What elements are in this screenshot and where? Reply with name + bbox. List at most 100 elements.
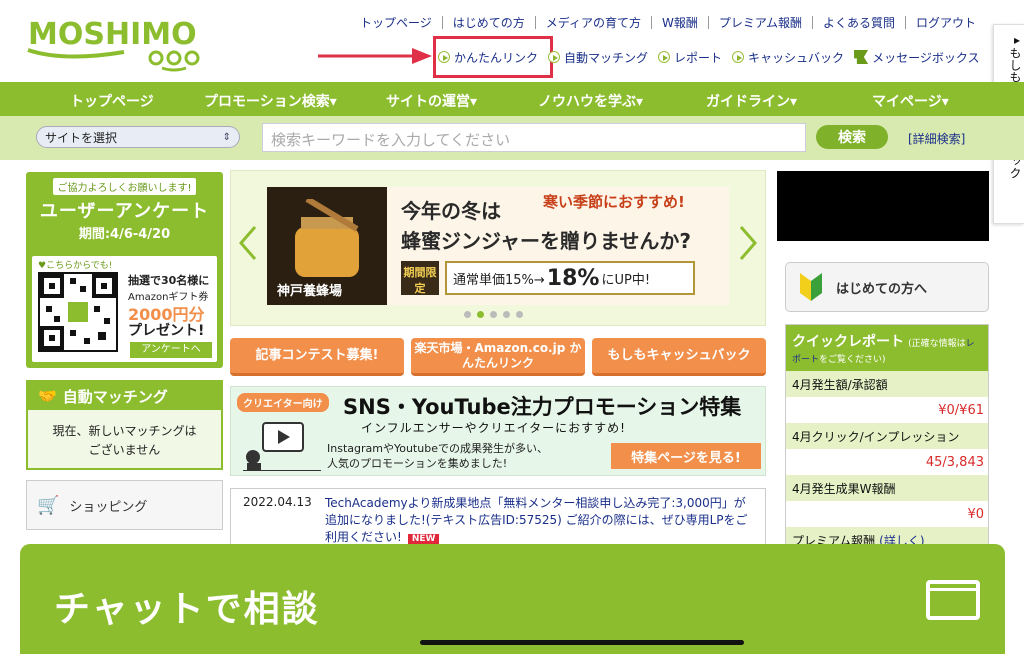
logo-text: MOSHIMO xyxy=(28,17,197,52)
carousel-dots xyxy=(461,311,526,318)
ad-placeholder xyxy=(777,171,989,241)
carousel-dot[interactable] xyxy=(464,311,471,318)
updown-icon: ⇕ xyxy=(222,131,231,143)
quick-link-easy-link[interactable]: かんたんリンク xyxy=(438,49,538,66)
toplink-top[interactable]: トップページ xyxy=(360,14,432,31)
survey-banner[interactable]: ご協力よろしくお願いします! ユーザーアンケート 期間:4/6-4/20 ♥こち… xyxy=(26,172,223,368)
advanced-search-link[interactable]: [詳細検索] xyxy=(908,130,965,147)
chevron-right-icon[interactable] xyxy=(739,225,757,261)
banner-line1: 今年の冬は xyxy=(401,199,501,223)
survey-lottery: 抽選で30名様に xyxy=(128,274,210,287)
banner-line2: 蜂蜜ジンジャーを贈りませんか? xyxy=(401,229,692,253)
survey-period: 期間:4/6-4/20 xyxy=(78,227,171,242)
sns-desc-line1: InstagramやYoutubeでの成果発生が多い、 xyxy=(327,442,548,455)
toplink-premium[interactable]: プレミアム報酬 xyxy=(719,14,802,31)
sns-desc-line2: 人気のプロモーションを集めました! xyxy=(327,457,508,470)
quick-links: かんたんリンク 自動マッチング レポート キャッシュバック メッセージボックス xyxy=(438,44,998,70)
chat-label: チャットで相談 xyxy=(54,589,320,630)
auto-matching-title: 自動マッチング xyxy=(62,387,168,406)
window-icon[interactable] xyxy=(926,580,980,620)
survey-note: ご協力よろしくお願いします! xyxy=(53,178,196,195)
auto-matching-line1: 現在、新しいマッチングは xyxy=(52,424,197,438)
survey-button[interactable]: アンケートへ xyxy=(130,342,212,358)
news-item[interactable]: TechAcademyより新成果地点「無料メンター相談申し込み完了:3,000円… xyxy=(325,495,755,548)
site-select[interactable]: サイトを選択 ⇕ xyxy=(36,126,240,148)
carousel-banner: 神戸養蜂場 寒い季節におすすめ! 今年の冬は 蜂蜜ジンジャーを贈りませんか? 期… xyxy=(230,170,766,326)
banner-season: 寒い季節におすすめ! xyxy=(543,193,685,211)
first-time-button[interactable]: はじめての方へ xyxy=(785,262,989,312)
nav-guideline[interactable]: ガイドライン▾ xyxy=(706,91,797,111)
report-label-w-reward: 4月発生成果W報酬 xyxy=(786,475,988,501)
nav-knowhow[interactable]: ノウハウを学ぶ▾ xyxy=(538,91,643,111)
survey-present: プレゼント! xyxy=(128,323,205,339)
creator-illustration-icon xyxy=(243,422,321,471)
survey-from-here: ♥こちらからでも! xyxy=(38,261,113,271)
first-time-label: はじめての方へ xyxy=(836,281,928,297)
handshake-icon: 🤝 xyxy=(38,387,57,405)
carousel-dot[interactable] xyxy=(490,311,497,318)
play-icon xyxy=(548,51,561,63)
moshimo-logo[interactable]: MOSHIMO xyxy=(24,10,204,72)
honey-jar-icon xyxy=(295,199,359,277)
moshimo-cashback-button[interactable]: もしもキャッシュバック xyxy=(592,338,766,376)
nav-top[interactable]: トップページ xyxy=(70,91,154,111)
toplink-w-reward[interactable]: W報酬 xyxy=(662,14,698,31)
sns-youtube-banner[interactable]: クリエイター向け SNS・YouTube注力プロモーション特集 インフルエンサー… xyxy=(230,386,766,476)
nav-site-operation[interactable]: サイトの運営▾ xyxy=(386,91,477,111)
shopping-label: ショッピング xyxy=(69,499,148,515)
search-input[interactable]: 検索キーワードを入力してください xyxy=(262,123,806,152)
nav-promotion-search[interactable]: プロモーション検索▾ xyxy=(204,91,337,111)
quick-link-auto-matching[interactable]: 自動マッチング xyxy=(548,49,648,66)
quick-link-report[interactable]: レポート xyxy=(658,49,722,66)
quick-report: クイックレポート (正確な情報はレポートをご覧ください) 4月発生額/承認額 ¥… xyxy=(785,324,989,553)
main-nav: トップページ プロモーション検索▾ サイトの運営▾ ノウハウを学ぶ▾ ガイドライ… xyxy=(0,82,1024,116)
triangle-icon: ▸ xyxy=(1010,33,1024,47)
new-badge: NEW xyxy=(407,534,440,544)
toplink-logout[interactable]: ログアウト xyxy=(916,14,976,31)
report-value-clicks: 45/3,843 xyxy=(925,454,984,470)
quick-report-title: クイックレポート xyxy=(792,334,904,350)
quick-link-cashback[interactable]: キャッシュバック xyxy=(732,49,844,66)
carousel-dot[interactable] xyxy=(503,311,510,318)
easy-link-button[interactable]: 楽天市場・Amazon.co.jp かんたんリンク xyxy=(411,338,585,376)
sidebar-item-shopping[interactable]: 🛒 ショッピング xyxy=(26,480,223,530)
banner-limited: 期間限定 xyxy=(401,261,439,295)
top-links: トップページ はじめての方 メディアの育て方 W報酬 プレミアム報酬 よくある質… xyxy=(360,12,1000,32)
cart-icon: 🛒 xyxy=(37,494,60,516)
banner-shop-name: 神戸養蜂場 xyxy=(277,284,343,299)
qr-code xyxy=(38,272,118,352)
sns-title: SNS・YouTube注力プロモーション特集 xyxy=(343,395,742,419)
report-value-amount: ¥0/¥61 xyxy=(938,402,984,418)
beginner-mark-icon xyxy=(800,273,822,301)
red-arrow-icon xyxy=(318,48,432,64)
news-date: 2022.04.13 xyxy=(243,495,312,509)
chevron-left-icon[interactable] xyxy=(239,225,257,261)
carousel-dot[interactable] xyxy=(516,311,523,318)
auto-matching-line2: ございません xyxy=(88,443,161,457)
play-icon xyxy=(438,51,450,63)
article-contest-button[interactable]: 記事コンテスト募集! xyxy=(230,338,404,376)
search-button[interactable]: 検索 xyxy=(816,125,888,149)
carousel-slide-honey[interactable]: 神戸養蜂場 寒い季節におすすめ! 今年の冬は 蜂蜜ジンジャーを贈りませんか? 期… xyxy=(267,187,729,305)
sns-subtitle: インフルエンサーやクリエイターにおすすめ! xyxy=(361,421,626,435)
report-label-amount: 4月発生額/承認額 xyxy=(786,371,988,397)
home-indicator[interactable] xyxy=(420,640,744,645)
quick-link-messagebox[interactable]: メッセージボックス xyxy=(854,49,979,66)
toplink-media[interactable]: メディアの育て方 xyxy=(546,14,641,31)
auto-matching-box: 🤝 自動マッチング 現在、新しいマッチングは ございません xyxy=(26,380,223,470)
toplink-beginners[interactable]: はじめての方 xyxy=(453,14,525,31)
carousel-dot-active[interactable] xyxy=(477,311,484,318)
flag-icon xyxy=(854,50,869,64)
sns-cta-button[interactable]: 特集ページを見る! xyxy=(611,443,761,469)
banner-offer: 通常単価15%→ 18% にUP中! xyxy=(445,261,695,295)
toplink-faq[interactable]: よくある質問 xyxy=(823,14,895,31)
play-icon xyxy=(658,51,671,63)
survey-title: ユーザーアンケート xyxy=(39,201,210,222)
chat-consult-bar[interactable]: チャットで相談 xyxy=(20,544,1005,654)
report-value-w-reward: ¥0 xyxy=(967,506,984,522)
report-label-clicks: 4月クリック/インプレッション xyxy=(786,423,988,449)
creator-tag: クリエイター向け xyxy=(237,393,329,412)
nav-mypage[interactable]: マイページ▾ xyxy=(872,91,949,111)
play-icon xyxy=(732,51,745,63)
news-box: 2022.04.13 TechAcademyより新成果地点「無料メンター相談申し… xyxy=(230,488,766,548)
